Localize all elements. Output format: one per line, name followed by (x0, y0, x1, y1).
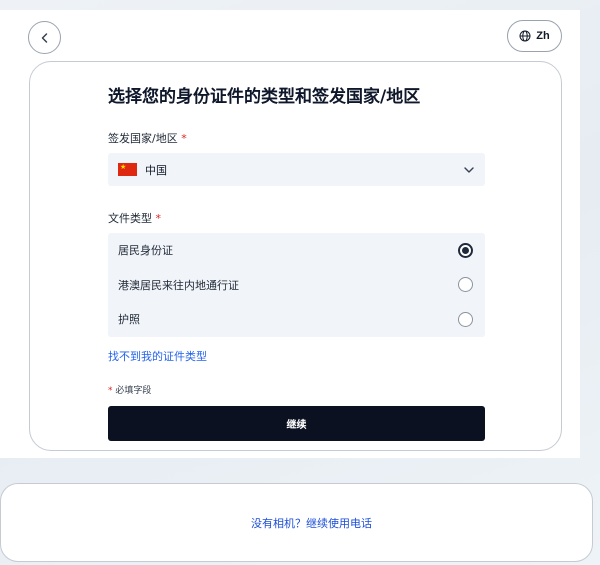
language-label: Zh (536, 30, 550, 42)
required-marker: * (181, 132, 187, 145)
document-option-label: 港澳居民来往内地通行证 (118, 278, 239, 292)
document-option-label: 护照 (118, 313, 140, 327)
globe-icon (519, 30, 531, 42)
document-option-resident-id[interactable]: 居民身份证 (108, 233, 485, 268)
required-marker: * (155, 212, 162, 225)
country-select[interactable]: ★ 中国 (108, 153, 485, 186)
document-type-list: 居民身份证 港澳居民来往内地通行证 护照 (108, 233, 485, 337)
radio-button-checked[interactable] (458, 242, 473, 258)
continue-button[interactable]: 继续 (108, 406, 485, 441)
page-title: 选择您的身份证件的类型和签发国家/地区 (108, 87, 421, 107)
document-selection-card: 选择您的身份证件的类型和签发国家/地区 签发国家/地区 * ★ 中国 文件类型 … (29, 61, 562, 451)
document-option-passport[interactable]: 护照 (108, 302, 485, 337)
document-option-label: 居民身份证 (118, 244, 173, 258)
document-type-label: 文件类型 * (108, 212, 162, 225)
chevron-left-icon (41, 32, 47, 43)
document-not-found-link[interactable]: 找不到我的证件类型 (108, 348, 207, 364)
language-button[interactable]: Zh (507, 20, 562, 52)
document-option-hk-macao-permit[interactable]: 港澳居民来往内地通行证 (108, 268, 485, 303)
phone-alternative-card: 没有相机？继续使用电话 (0, 483, 593, 562)
back-button[interactable] (28, 21, 61, 54)
required-fields-note: * 必填字段 (108, 386, 152, 396)
radio-button[interactable] (458, 311, 473, 327)
country-selected-value: 中国 (145, 163, 167, 177)
continue-on-phone-link[interactable]: 没有相机？继续使用电话 (251, 515, 372, 531)
radio-button[interactable] (458, 277, 473, 293)
chevron-down-icon (464, 167, 474, 173)
country-label: 签发国家/地区 * (108, 132, 187, 145)
china-flag-icon: ★ (118, 163, 137, 176)
